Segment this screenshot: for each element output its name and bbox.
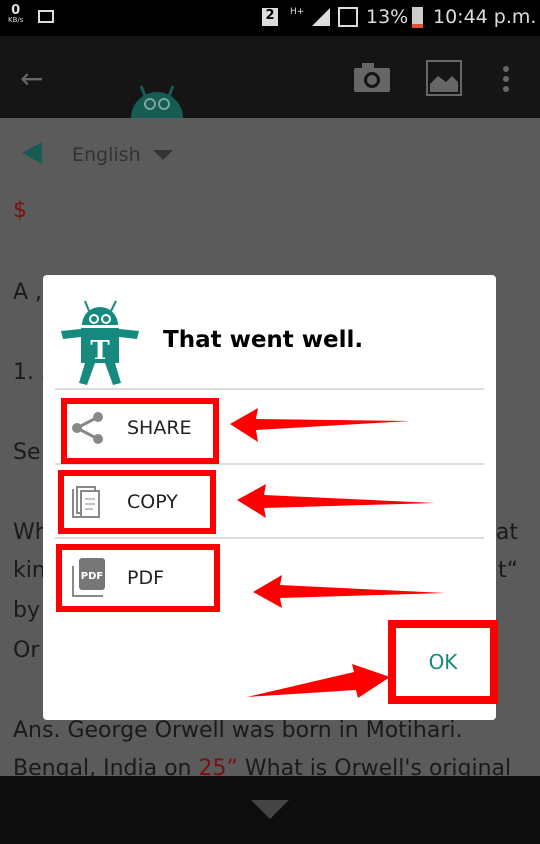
mascot-icon: T xyxy=(61,300,139,385)
dialog-title: That went well. xyxy=(163,327,364,353)
status-bar: 0 KB/s 2 H+ 13% 10:44 p.m. xyxy=(0,0,540,36)
text-line-end: at xyxy=(495,520,518,545)
camera-icon[interactable] xyxy=(354,62,390,92)
copy-highlight-box xyxy=(58,470,216,534)
back-icon[interactable]: ← xyxy=(20,62,43,95)
ok-button[interactable]: OK xyxy=(388,620,498,704)
sim-icon: 2 xyxy=(262,8,278,26)
mascot-icon xyxy=(131,85,183,118)
svg-text:T: T xyxy=(90,336,110,366)
battery-icon xyxy=(412,7,423,28)
text-line: kin xyxy=(13,558,46,583)
image-icon[interactable] xyxy=(426,60,462,96)
collapse-icon[interactable] xyxy=(251,800,289,819)
text-line-end: t“ xyxy=(497,558,518,583)
share-highlight-box xyxy=(61,398,219,464)
divider xyxy=(55,537,484,539)
battery-percent: 13% xyxy=(366,6,409,28)
net-unit: KB/s xyxy=(8,16,24,24)
text-line: Se xyxy=(13,440,41,465)
toolbar: ← xyxy=(0,36,540,118)
text-line: A , xyxy=(13,280,43,305)
divider xyxy=(55,388,484,390)
chevron-down-icon xyxy=(152,150,173,160)
text-line: $ xyxy=(13,198,27,223)
pdf-highlight-box xyxy=(56,544,220,612)
network-type: H+ xyxy=(290,7,305,17)
clock: 10:44 p.m. xyxy=(433,6,537,28)
speaker-icon[interactable] xyxy=(22,142,42,164)
signal-2-icon xyxy=(338,7,358,27)
signal-icon xyxy=(312,8,330,26)
text-line: by xyxy=(13,598,40,623)
language-label: English xyxy=(72,144,141,166)
ok-label: OK xyxy=(428,650,458,674)
more-icon[interactable] xyxy=(503,66,509,92)
navigation-bar xyxy=(0,776,540,844)
image-notification-icon xyxy=(38,10,54,23)
text-line: Ans. George Orwell was born in Motihari. xyxy=(13,718,463,743)
text-line: Or xyxy=(13,638,40,663)
language-dropdown[interactable]: English xyxy=(72,144,173,166)
